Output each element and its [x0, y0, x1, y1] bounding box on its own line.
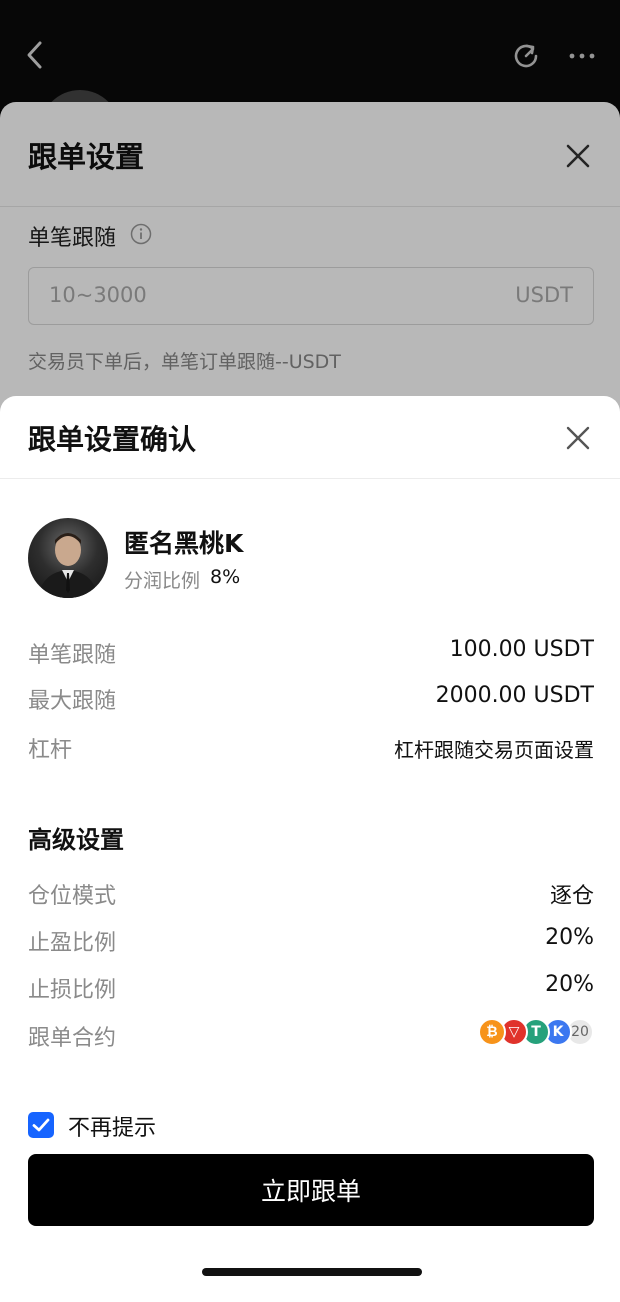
max-follow-value: 2000.00 USDT: [435, 683, 594, 708]
stop-loss-label: 止损比例: [28, 978, 117, 1003]
per-order-label: 单笔跟随: [28, 643, 117, 668]
bitcoin-coin-icon: ₿: [478, 1018, 506, 1046]
person-silhouette-icon: [38, 533, 98, 598]
profit-share-label: 分润比例: [124, 570, 201, 592]
close-icon[interactable]: [565, 425, 591, 451]
per-order-value: 100.00 USDT: [449, 637, 594, 662]
home-indicator: [202, 1268, 422, 1276]
trader-name: 匿名黑桃K: [124, 529, 244, 558]
follow-now-button[interactable]: 立即跟单: [28, 1154, 594, 1226]
stop-loss-value: 20%: [545, 972, 594, 997]
margin-mode-value: 逐仓: [549, 884, 594, 909]
take-profit-value: 20%: [545, 925, 594, 950]
checkmark-icon: [32, 1118, 50, 1132]
dont-show-again-checkbox[interactable]: [28, 1112, 54, 1138]
margin-mode-label: 仓位模式: [28, 884, 117, 909]
max-follow-label: 最大跟随: [28, 689, 117, 714]
leverage-value: 杠杆跟随交易页面设置: [394, 738, 594, 762]
leverage-label: 杠杆: [28, 738, 73, 763]
contract-icons[interactable]: ₿ ▽ T K 20: [478, 1018, 594, 1046]
divider: [0, 478, 620, 479]
dont-show-again-label[interactable]: 不再提示: [68, 1110, 156, 1142]
confirm-modal: 跟单设置确认 匿名黑桃K 分润比例 8% 单笔跟随 100.00 USDT 最大…: [0, 396, 620, 1290]
profit-share-value: 8%: [210, 566, 241, 588]
take-profit-label: 止盈比例: [28, 931, 117, 956]
modal-title: 跟单设置确认: [28, 423, 197, 456]
advanced-settings-title: 高级设置: [28, 826, 124, 854]
trader-avatar: [28, 518, 108, 598]
contracts-label: 跟单合约: [28, 1026, 117, 1051]
